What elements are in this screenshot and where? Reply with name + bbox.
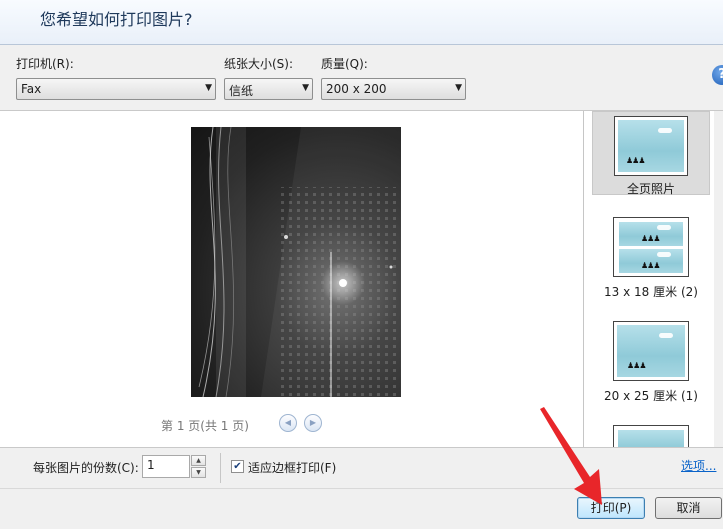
previous-page-button[interactable]: ◀ — [279, 414, 297, 432]
copies-decrement-button[interactable]: ▼ — [191, 467, 206, 478]
quality-select[interactable]: 200 x 200 ▼ — [321, 78, 466, 100]
preview-image-art — [198, 127, 401, 397]
dialog-title: 您希望如何打印图片? — [40, 10, 193, 29]
divider — [220, 453, 221, 483]
layout-thumbnail: ♟♟♟ — [614, 116, 688, 176]
copies-input[interactable]: 1 — [142, 455, 190, 478]
copies-increment-button[interactable]: ▲ — [191, 455, 206, 466]
paper-size-select[interactable]: 信纸 ▼ — [224, 78, 313, 100]
layout-label: 13 x 18 厘米 (2) — [604, 285, 698, 299]
printer-select[interactable]: Fax ▼ — [16, 78, 216, 100]
print-preview: 第 1 页(共 1 页) ◀ ▶ — [0, 111, 583, 447]
quality-value: 200 x 200 — [326, 82, 387, 96]
copies-label: 每张图片的份数(C): — [33, 461, 139, 475]
red-arrow-annotation — [540, 407, 602, 505]
layout-thumbnail: ♟♟♟ ♟♟♟ — [613, 217, 689, 277]
layout-item-13x18[interactable]: ♟♟♟ ♟♟♟ 13 x 18 厘米 (2) — [592, 217, 710, 301]
layout-thumbnail — [613, 425, 689, 447]
preview-image — [191, 127, 401, 397]
chevron-down-icon: ▼ — [455, 83, 462, 93]
chevron-down-icon: ▼ — [302, 83, 309, 93]
quality-label: 质量(Q): — [321, 57, 368, 71]
paper-size-value: 信纸 — [229, 84, 254, 98]
layout-list: ♟♟♟ 全页照片 ♟♟♟ ♟♟♟ 13 x 18 厘米 (2) ♟♟♟ 20 x… — [583, 111, 723, 447]
paper-size-label: 纸张大小(S): — [224, 57, 294, 71]
cancel-button[interactable]: 取消 — [655, 497, 722, 519]
print-settings-bar: 打印机(R): Fax ▼ 纸张大小(S): 信纸 ▼ 质量(Q): 200 x… — [0, 45, 723, 111]
printer-value: Fax — [21, 82, 42, 96]
layout-label: 20 x 25 厘米 (1) — [604, 389, 698, 403]
layout-scrollbar[interactable] — [714, 111, 723, 447]
fit-to-frame-label[interactable]: 适应边框打印(F) — [248, 459, 336, 476]
printer-label: 打印机(R): — [16, 57, 74, 71]
layout-item-full-page[interactable]: ♟♟♟ 全页照片 — [592, 111, 710, 196]
layout-label: 全页照片 — [626, 182, 675, 196]
fit-to-frame-checkbox[interactable]: ✔ — [231, 460, 244, 473]
next-page-button[interactable]: ▶ — [304, 414, 322, 432]
dialog-footer: 每张图片的份数(C): 1 ▲ ▼ ✔ 适应边框打印(F) 选项... 打印(P… — [0, 447, 723, 529]
layout-item-20x25[interactable]: ♟♟♟ 20 x 25 厘米 (1) — [592, 321, 710, 405]
options-link[interactable]: 选项... — [681, 457, 716, 474]
page-indicator: 第 1 页(共 1 页) — [161, 419, 249, 433]
layout-thumbnail: ♟♟♟ — [613, 321, 689, 381]
chevron-down-icon: ▼ — [205, 83, 212, 93]
dialog-header: 您希望如何打印图片? — [0, 0, 723, 45]
divider — [0, 488, 723, 489]
